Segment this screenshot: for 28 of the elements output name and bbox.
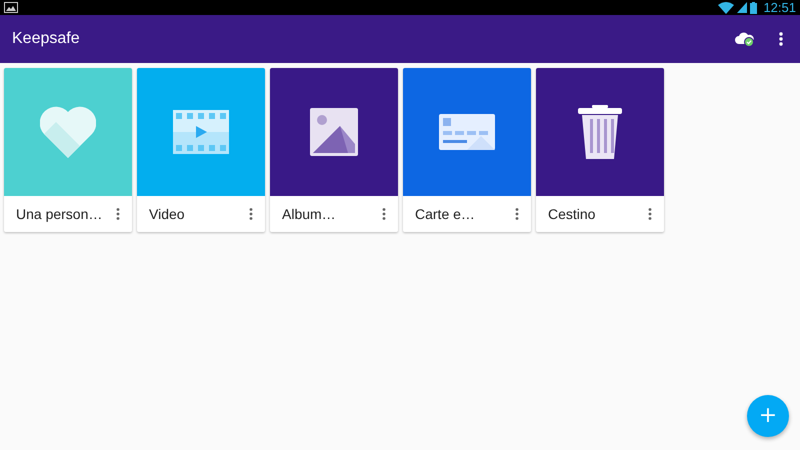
signal-icon — [737, 2, 748, 13]
more-options-icon[interactable] — [116, 208, 120, 220]
album-card[interactable]: Una person… — [4, 68, 132, 232]
album-title: Cestino — [548, 206, 596, 222]
album-title: Video — [149, 206, 185, 222]
more-options-icon[interactable] — [382, 208, 386, 220]
app-title: Keepsafe — [12, 30, 81, 48]
more-options-icon[interactable] — [249, 208, 253, 220]
album-card[interactable]: Video — [137, 68, 265, 232]
more-options-icon[interactable] — [648, 208, 652, 220]
cloud-check-icon[interactable] — [735, 31, 755, 47]
more-options-icon[interactable] — [779, 32, 783, 46]
id-card-icon — [439, 114, 495, 150]
album-title: Una person… — [16, 206, 102, 222]
image-icon — [310, 108, 358, 156]
film-strip-icon — [173, 110, 229, 154]
album-title: Album… — [282, 206, 336, 222]
trash-icon — [578, 105, 622, 159]
album-card[interactable]: Cestino — [536, 68, 664, 232]
album-title: Carte e… — [415, 206, 475, 222]
clock-time: 12:51 — [763, 0, 796, 15]
wifi-icon — [718, 2, 734, 14]
more-options-icon[interactable] — [515, 208, 519, 220]
gallery-icon — [4, 2, 18, 13]
heart-icon — [40, 106, 96, 158]
album-card[interactable]: Album… — [270, 68, 398, 232]
album-card[interactable]: Carte e… — [403, 68, 531, 232]
battery-icon — [750, 2, 758, 14]
